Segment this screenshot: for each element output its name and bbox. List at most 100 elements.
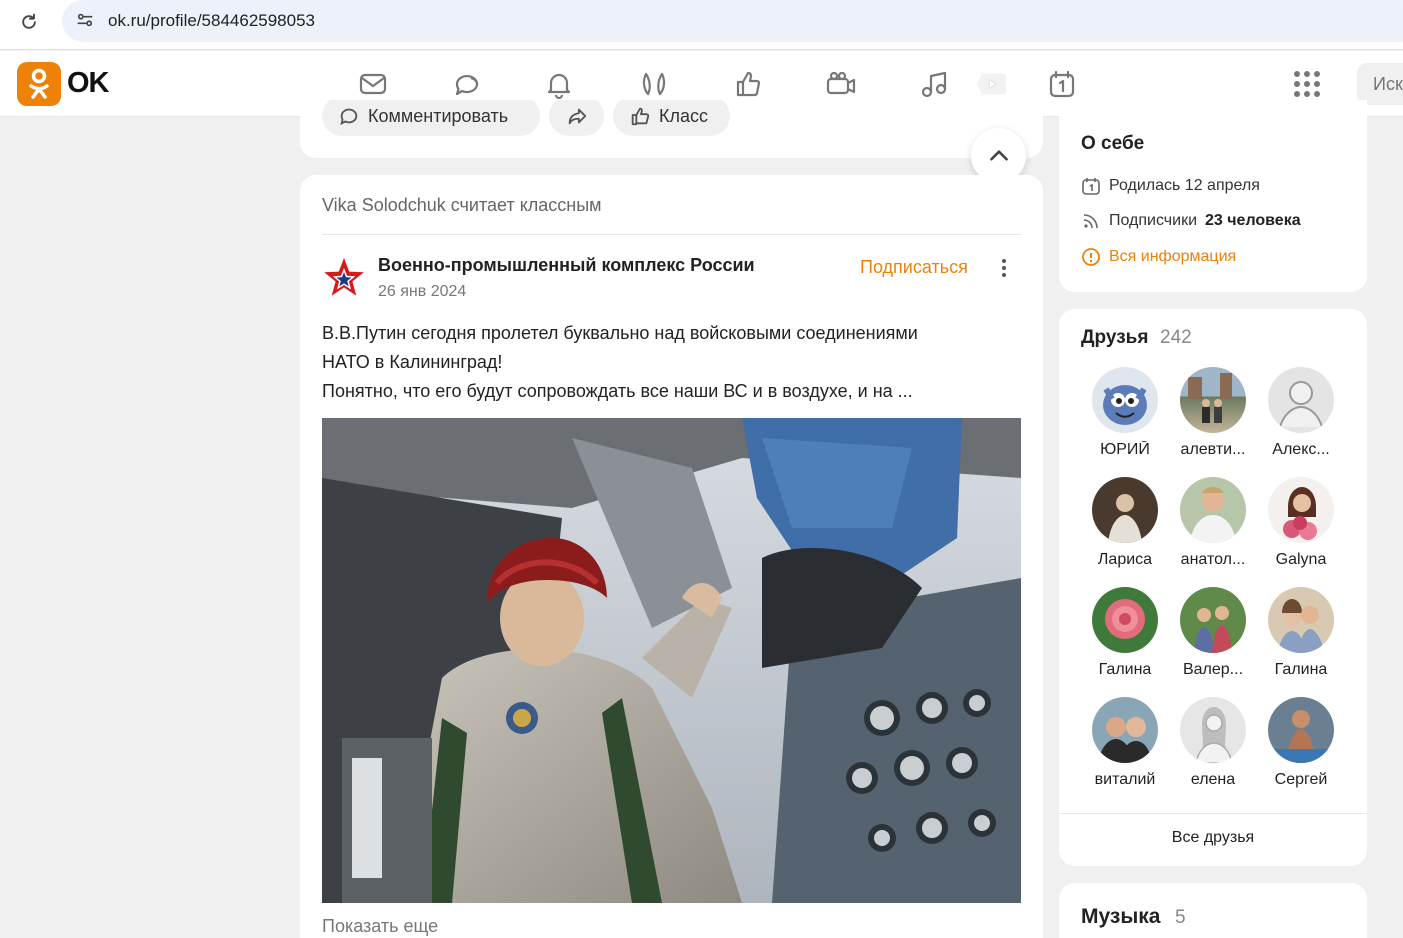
show-more-link[interactable]: Показать еще [322, 916, 438, 937]
subscribers-row[interactable]: Подписчики 23 человека [1081, 211, 1301, 231]
post-context: Vika Solodchuk считает классным [322, 195, 602, 215]
friend-name[interactable]: Галина [1085, 661, 1165, 679]
post-text-line: В.В.Путин сегодня пролетел буквально над… [322, 323, 918, 343]
avatar[interactable] [1268, 367, 1334, 433]
friend-item[interactable]: анатол... [1173, 477, 1253, 569]
calendar-icon [1082, 178, 1100, 195]
group-avatar[interactable] [322, 255, 366, 299]
all-friends-link[interactable]: Все друзья [1059, 829, 1367, 847]
video-chat-icon[interactable] [824, 67, 858, 101]
friend-name[interactable]: ЮРИЙ [1085, 441, 1165, 459]
red-star-icon [324, 258, 364, 296]
friend-name[interactable]: Валер... [1173, 661, 1253, 679]
address-bar[interactable]: ok.ru/profile/584462598053 [62, 0, 1403, 42]
friend-name[interactable]: Лариса [1085, 551, 1165, 569]
friend-name[interactable]: Галина [1261, 661, 1341, 679]
guests-icon[interactable] [637, 67, 671, 101]
friends-count: 242 [1160, 327, 1192, 348]
avatar[interactable] [1092, 367, 1158, 433]
post-text-line: НАТО в Калининград! [322, 352, 503, 372]
previous-post-card: Комментировать Класс [300, 100, 1043, 158]
divider [322, 234, 1021, 235]
birthday-row: Родилась 12 апреля [1081, 176, 1260, 196]
avatar[interactable] [1268, 697, 1334, 763]
avatar[interactable] [1092, 477, 1158, 543]
comment-label: Комментировать [368, 105, 509, 126]
chevron-up-icon [989, 149, 1008, 161]
friend-item[interactable]: Сергей [1261, 697, 1341, 789]
comment-icon [340, 108, 358, 126]
subscribe-button[interactable]: Подписаться [860, 257, 968, 278]
mail-icon[interactable] [356, 67, 390, 101]
friends-card: Друзья 242 ЮРИЙ алевти... Алекс... Ларис… [1059, 309, 1367, 866]
video-icon[interactable] [972, 67, 1010, 101]
friend-item[interactable]: Лариса [1085, 477, 1165, 569]
avatar[interactable] [1092, 587, 1158, 653]
logo-text[interactable]: OK [67, 67, 109, 100]
friend-name[interactable]: анатол... [1173, 551, 1253, 569]
friend-item[interactable]: Валер... [1173, 587, 1253, 679]
klass-button[interactable]: Класс [613, 100, 730, 136]
avatar[interactable] [1180, 587, 1246, 653]
comment-button[interactable]: Комментировать [322, 100, 540, 136]
avatar[interactable] [1180, 477, 1246, 543]
post-image[interactable] [322, 418, 1021, 903]
friends-title[interactable]: Друзья [1081, 327, 1148, 349]
browser-toolbar: ok.ru/profile/584462598053 [0, 0, 1403, 50]
friend-name[interactable]: Galyna [1261, 551, 1341, 569]
reload-icon[interactable] [16, 9, 42, 35]
bell-icon[interactable] [542, 67, 576, 101]
site-info-icon[interactable] [74, 9, 96, 31]
music-title[interactable]: Музыка [1081, 905, 1160, 929]
avatar[interactable] [1268, 477, 1334, 543]
url-text: ok.ru/profile/584462598053 [108, 11, 315, 30]
share-button[interactable] [549, 100, 604, 136]
friend-item[interactable]: виталий [1085, 697, 1165, 789]
music-card: Музыка 5 [1059, 883, 1367, 938]
like-icon[interactable] [731, 67, 765, 101]
friend-item[interactable]: ЮРИЙ [1085, 367, 1165, 459]
info-icon [1082, 248, 1100, 266]
avatar[interactable] [1180, 697, 1246, 763]
rss-icon [1083, 214, 1098, 229]
about-title: О себе [1081, 133, 1145, 154]
apps-grid-icon[interactable] [1292, 69, 1322, 99]
birthday-text: Родилась 12 апреля [1109, 177, 1260, 194]
post-date[interactable]: 26 янв 2024 [378, 283, 466, 301]
chat-icon[interactable] [450, 67, 484, 101]
avatar[interactable] [1268, 587, 1334, 653]
friend-item[interactable]: Галина [1261, 587, 1341, 679]
friend-item[interactable]: Алекс... [1261, 367, 1341, 459]
more-options-icon[interactable] [996, 255, 1012, 281]
friend-item[interactable]: Галина [1085, 587, 1165, 679]
friend-item[interactable]: елена [1173, 697, 1253, 789]
friend-name[interactable]: виталий [1085, 771, 1165, 789]
calendar-icon[interactable] [1045, 67, 1079, 101]
search-box[interactable] [1357, 63, 1403, 105]
post-text[interactable]: В.В.Путин сегодня пролетел буквально над… [322, 319, 1012, 406]
all-info-row[interactable]: Вся информация [1081, 247, 1236, 267]
avatar[interactable] [1180, 367, 1246, 433]
friend-item[interactable]: Galyna [1261, 477, 1341, 569]
about-card: О себе Родилась 12 апреля Подписчики 23 … [1059, 100, 1367, 292]
friend-name[interactable]: елена [1173, 771, 1253, 789]
friend-name[interactable]: Алекс... [1261, 441, 1341, 459]
ok-logo-icon[interactable] [17, 62, 61, 106]
friend-name[interactable]: алевти... [1173, 441, 1253, 459]
subscribers-value[interactable]: 23 человека [1205, 212, 1301, 230]
like-icon [631, 107, 650, 126]
group-name[interactable]: Военно-промышленный комплекс России [378, 255, 755, 276]
post-text-line: Понятно, что его будут сопровождать все … [322, 381, 913, 401]
divider [1059, 813, 1367, 814]
klass-label: Класс [659, 105, 708, 126]
friend-item[interactable]: алевти... [1173, 367, 1253, 459]
search-input[interactable] [1357, 63, 1403, 105]
subscribers-label: Подписчики [1109, 212, 1198, 229]
avatar[interactable] [1092, 697, 1158, 763]
post-card: Vika Solodchuk считает классным Военно-п… [300, 175, 1043, 938]
music-count: 5 [1175, 907, 1186, 928]
share-icon [568, 108, 586, 125]
music-icon[interactable] [917, 67, 951, 101]
all-info-link[interactable]: Вся информация [1109, 248, 1236, 266]
friend-name[interactable]: Сергей [1261, 771, 1341, 789]
